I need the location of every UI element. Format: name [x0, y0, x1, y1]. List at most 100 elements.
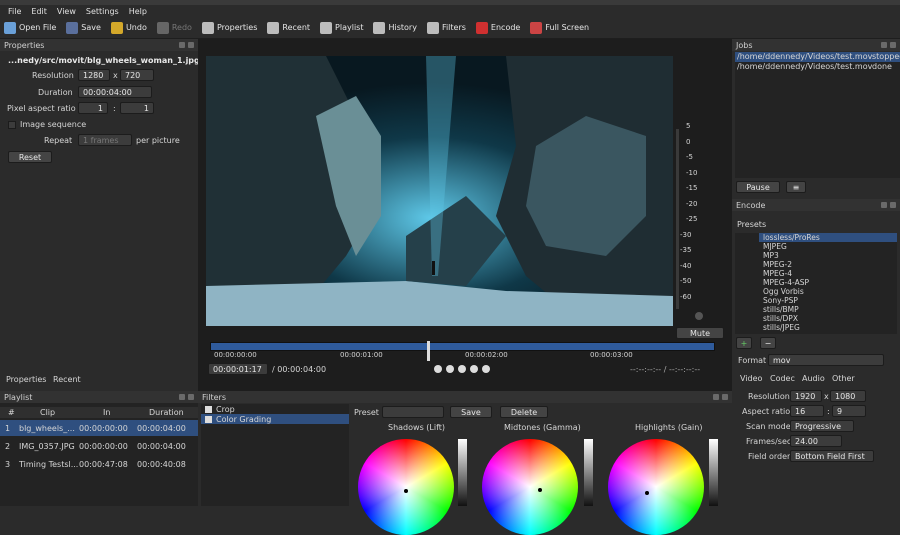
preset-item[interactable]: MJPEG — [759, 242, 897, 251]
scan-mode-combo[interactable]: Progressive — [790, 420, 854, 432]
preset-item[interactable]: MPEG-2 — [759, 260, 897, 269]
aspect-a-spinbox[interactable]: 16 — [790, 405, 824, 417]
midtones-color-wheel[interactable] — [482, 439, 578, 535]
menu-view[interactable]: View — [57, 7, 76, 16]
preset-item[interactable]: MPEG-4 — [759, 269, 897, 278]
volume-knob-icon[interactable] — [695, 312, 703, 320]
close-icon[interactable] — [890, 42, 896, 48]
float-icon[interactable] — [881, 202, 887, 208]
job-row[interactable]: /home/ddennedy/Videos/test.mov stopped — [735, 52, 900, 62]
duration-field[interactable]: 00:00:04:00 — [78, 86, 152, 98]
preset-item[interactable]: stills/DPX — [759, 314, 897, 323]
preset-item[interactable]: MPEG-4-ASP — [759, 278, 897, 287]
preset-delete-button[interactable]: Delete — [500, 406, 548, 418]
table-cell: 00:00:47:08 — [79, 460, 128, 469]
tab-other[interactable]: Other — [832, 374, 855, 383]
resolution-width-field[interactable]: 1280 — [78, 69, 110, 81]
timeline-ruler[interactable]: 00:00:00:00 00:00:01:00 00:00:02:00 00:0… — [210, 351, 715, 361]
menu-settings[interactable]: Settings — [86, 7, 119, 16]
position-field[interactable]: 00:00:01:17 — [208, 363, 268, 375]
par-b-spinbox[interactable]: 1 — [120, 102, 154, 114]
mute-button[interactable]: Mute — [676, 327, 724, 339]
reset-button[interactable]: Reset — [8, 151, 52, 163]
preset-item[interactable]: MP3 — [759, 251, 897, 260]
tab-properties[interactable]: Properties — [6, 375, 46, 384]
par-a-spinbox[interactable]: 1 — [78, 102, 108, 114]
preset-combo[interactable] — [382, 406, 444, 418]
float-icon[interactable] — [179, 42, 185, 48]
format-combo[interactable]: mov — [768, 354, 884, 366]
highlights-label: Highlights (Gain) — [635, 423, 703, 432]
play-icon[interactable] — [458, 365, 466, 373]
tab-audio[interactable]: Audio — [802, 374, 825, 383]
toolbar-label: Undo — [125, 23, 147, 32]
float-icon[interactable] — [179, 394, 185, 400]
enc-res-width-field[interactable]: 1920 — [790, 390, 822, 402]
toolbar-redo-button[interactable]: Redo — [156, 21, 192, 34]
remove-preset-icon[interactable]: − — [760, 337, 776, 349]
filter-item-crop[interactable]: Crop — [201, 404, 349, 414]
toolbar-encode-button[interactable]: Encode — [475, 21, 520, 34]
toolbar-filters-button[interactable]: Filters — [426, 21, 466, 34]
close-icon[interactable] — [890, 202, 896, 208]
jobs-menu-icon[interactable]: ≡ — [786, 181, 806, 193]
playhead[interactable] — [427, 341, 430, 361]
checkbox-checked-icon[interactable] — [205, 415, 212, 423]
col-duration[interactable]: Duration — [149, 408, 184, 417]
aspect-b-spinbox[interactable]: 9 — [832, 405, 866, 417]
resolution-height-field[interactable]: 720 — [120, 69, 154, 81]
preset-item[interactable]: stills/BMP — [759, 305, 897, 314]
pause-button[interactable]: Pause — [736, 181, 780, 193]
table-row[interactable]: 3 Timing Testsl... 00:00:47:08 00:00:40:08 — [0, 456, 198, 472]
shadows-color-wheel[interactable] — [358, 439, 454, 535]
fps-spinbox[interactable]: 24.00 — [790, 435, 842, 447]
close-icon[interactable] — [188, 42, 194, 48]
toolbar-full-screen-button[interactable]: Full Screen — [530, 21, 589, 34]
job-row[interactable]: /home/ddennedy/Videos/test.mov done — [735, 62, 900, 72]
preset-item[interactable]: Sony-PSP — [759, 296, 897, 305]
preset-item[interactable]: lossless/ProRes — [759, 233, 897, 242]
enc-res-height-field[interactable]: 1080 — [830, 390, 866, 402]
field-order-combo[interactable]: Bottom Field First — [790, 450, 874, 462]
menu-edit[interactable]: Edit — [31, 7, 47, 16]
menu-help[interactable]: Help — [129, 7, 147, 16]
col-clip[interactable]: Clip — [40, 408, 55, 417]
highlights-level-slider[interactable] — [709, 439, 718, 506]
toolbar-playlist-button[interactable]: Playlist — [320, 21, 363, 34]
toolbar-recent-button[interactable]: Recent — [267, 21, 310, 34]
float-icon[interactable] — [881, 42, 887, 48]
float-icon[interactable] — [713, 394, 719, 400]
add-preset-icon[interactable]: + — [736, 337, 752, 349]
midtones-level-slider[interactable] — [584, 439, 593, 506]
rewind-icon[interactable] — [446, 365, 454, 373]
toolbar-save-button[interactable]: Save — [66, 21, 101, 34]
checkbox-checked-icon[interactable] — [205, 405, 212, 413]
toolbar-open-file-button[interactable]: Open File — [4, 21, 56, 34]
toolbar-undo-button[interactable]: Undo — [110, 21, 147, 34]
shadows-level-slider[interactable] — [458, 439, 467, 506]
tab-codec[interactable]: Codec — [770, 374, 795, 383]
tab-video[interactable]: Video — [740, 374, 762, 383]
table-row[interactable]: 2 IMG_0357.JPG 00:00:00:00 00:00:04:00 — [0, 438, 198, 454]
toolbar-history-button[interactable]: History — [373, 21, 417, 34]
close-icon[interactable] — [722, 394, 728, 400]
skip-back-icon[interactable] — [434, 365, 442, 373]
highlights-color-wheel[interactable] — [608, 439, 704, 535]
fast-forward-icon[interactable] — [470, 365, 478, 373]
tab-recent[interactable]: Recent — [53, 375, 81, 384]
skip-forward-icon[interactable] — [482, 365, 490, 373]
repeat-spinbox[interactable]: 1 frames — [78, 134, 132, 146]
table-row[interactable]: 1 blg_wheels_... 00:00:00:00 00:00:04:00 — [0, 420, 198, 436]
image-sequence-checkbox[interactable] — [8, 121, 16, 129]
col-number[interactable]: # — [8, 408, 15, 417]
menu-file[interactable]: File — [8, 7, 21, 16]
col-in[interactable]: In — [103, 408, 110, 417]
close-icon[interactable] — [188, 394, 194, 400]
preset-item[interactable]: Ogg Vorbis — [759, 287, 897, 296]
in-out-text: --:--:--:-- / --:--:--:-- — [630, 365, 701, 374]
toolbar-properties-button[interactable]: Properties — [201, 21, 257, 34]
preset-save-button[interactable]: Save — [450, 406, 492, 418]
preset-item[interactable]: stills/JPEG — [759, 323, 897, 332]
timeline-bar[interactable] — [210, 342, 715, 351]
filter-item-color-grading[interactable]: Color Grading — [201, 414, 349, 424]
